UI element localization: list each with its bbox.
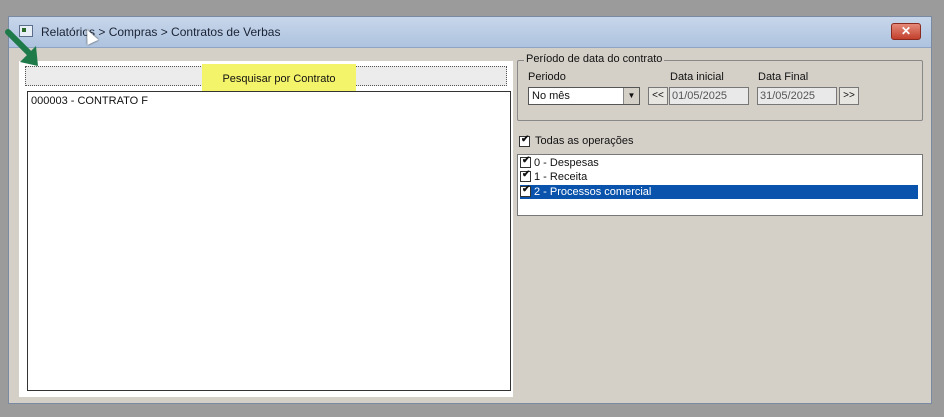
group-title: Período de data do contrato [524, 53, 665, 65]
contract-search-panel: Pesquisar por Contrato 000003 - CONTRATO… [19, 61, 513, 397]
next-period-button[interactable]: >> [839, 87, 859, 105]
contract-result-list[interactable]: 000003 - CONTRATO F [27, 91, 511, 391]
checkbox-icon[interactable]: ✔ [519, 134, 530, 147]
chevron-down-icon[interactable]: ▼ [623, 88, 639, 104]
checkbox-icon[interactable]: ✔ [520, 169, 531, 182]
all-operations-checkbox[interactable]: ✔ Todas as operações [519, 134, 634, 148]
start-date-label: Data inicial [670, 71, 724, 83]
operation-label: 0 - Despesas [534, 157, 599, 169]
periodo-value: No mês [532, 90, 570, 102]
start-date-value: 01/05/2025 [672, 90, 728, 102]
close-button[interactable]: ✕ [891, 23, 921, 40]
end-date-value: 31/05/2025 [760, 90, 816, 102]
checkbox-icon[interactable]: ✔ [520, 184, 531, 197]
contratos-window: Relatórios > Compras > Contratos de Verb… [8, 16, 932, 404]
operations-list[interactable]: ✔ 0 - Despesas ✔ 1 - Receita ✔ 2 - Proce… [517, 154, 923, 216]
start-date-field[interactable]: 01/05/2025 [669, 87, 749, 105]
operation-label: 2 - Processos comercial [534, 186, 652, 198]
green-arrow-icon [5, 29, 38, 66]
search-by-contract-button[interactable]: Pesquisar por Contrato [202, 64, 356, 94]
end-date-label: Data Final [758, 71, 809, 83]
window-title: Relatórios > Compras > Contratos de Verb… [41, 25, 281, 39]
title-bar[interactable]: Relatórios > Compras > Contratos de Verb… [9, 17, 931, 48]
search-bar[interactable]: Pesquisar por Contrato [25, 64, 507, 94]
list-item-selected[interactable]: ✔ 2 - Processos comercial [520, 184, 918, 199]
list-item[interactable]: ✔ 1 - Receita [520, 169, 918, 184]
periodo-label: Periodo [528, 71, 566, 83]
periodo-select[interactable]: No mês ▼ [528, 87, 640, 105]
previous-period-button[interactable]: << [648, 87, 668, 105]
operation-label: 1 - Receita [534, 171, 588, 183]
end-date-field[interactable]: 31/05/2025 [757, 87, 837, 105]
list-item[interactable]: 000003 - CONTRATO F [31, 95, 148, 107]
all-operations-label: Todas as operações [535, 135, 634, 148]
list-item[interactable]: ✔ 0 - Despesas [520, 155, 918, 170]
contract-period-group: Período de data do contrato Periodo No m… [517, 53, 923, 121]
checkbox-icon[interactable]: ✔ [520, 155, 531, 168]
